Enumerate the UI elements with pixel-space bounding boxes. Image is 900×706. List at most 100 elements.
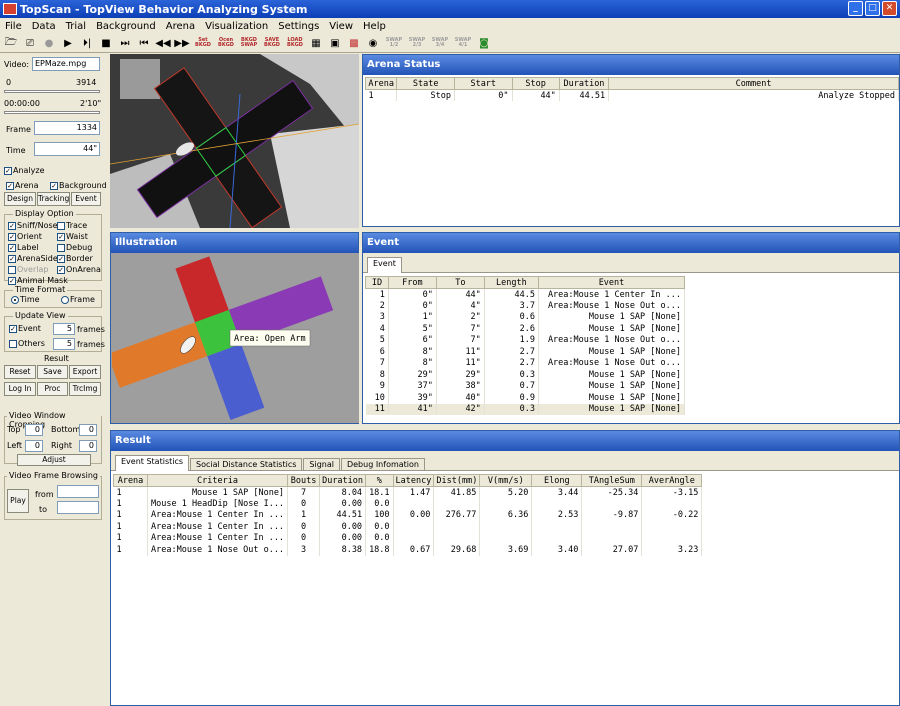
tab-event-statistics[interactable]: Event Statistics <box>115 455 190 471</box>
menu-help[interactable]: Help <box>358 21 391 32</box>
display-orient-checkbox[interactable]: ✓ Orient <box>8 232 42 241</box>
table-row[interactable]: 1 0" 44" 44.5 Area:Mouse 1 Center In ... <box>365 288 686 300</box>
reset-button[interactable]: Reset <box>4 365 36 379</box>
column-header[interactable]: Comment <box>608 77 899 90</box>
menu-arena[interactable]: Arena <box>161 21 200 32</box>
column-header[interactable]: % <box>365 474 394 487</box>
menu-background[interactable]: Background <box>91 21 161 32</box>
table-row[interactable]: 2 0" 4" 3.7 Area:Mouse 1 Nose Out o... <box>365 300 686 312</box>
table-row[interactable]: 1 Area:Mouse 1 Center In ... 0 0.00 0.0 <box>113 532 703 544</box>
minimize-button[interactable]: _ <box>848 1 863 16</box>
column-header[interactable]: Duration <box>558 77 610 90</box>
column-header[interactable]: Dist(mm) <box>433 474 481 487</box>
table-row[interactable]: 1 Stop 0" 44" 44.51 Analyze Stopped <box>365 89 899 101</box>
time-slider[interactable] <box>4 111 100 114</box>
display-border-checkbox[interactable]: ✓ Border <box>57 254 93 263</box>
menu-trial[interactable]: Trial <box>61 21 91 32</box>
image-icon[interactable]: ▩ <box>346 36 362 51</box>
top-field[interactable]: 0 <box>25 424 43 436</box>
display-arenaside-checkbox[interactable]: ✓ ArenaSide <box>8 254 58 263</box>
table-row[interactable]: 3 1" 2" 0.6 Mouse 1 SAP [None] <box>365 311 686 323</box>
frame-field[interactable]: 1334 <box>34 121 100 135</box>
design-button[interactable]: Design <box>4 192 36 206</box>
column-header[interactable]: Elong <box>531 474 583 487</box>
trcimg-button[interactable]: TrcImg <box>69 382 101 396</box>
video-file-field[interactable]: EPMaze.mpg <box>32 57 100 71</box>
background-checkbox[interactable]: ✓ Background <box>50 181 107 190</box>
video-view[interactable] <box>110 54 359 228</box>
menu-file[interactable]: File <box>0 21 27 32</box>
rewind-icon[interactable]: ⏮ <box>136 36 152 51</box>
uv-others-spin[interactable]: 5 <box>53 338 75 350</box>
save-button[interactable]: Save <box>37 365 68 379</box>
right-field[interactable]: 0 <box>79 440 97 452</box>
frame-radio[interactable]: Frame <box>61 295 95 304</box>
toolbar-swap-1-button[interactable]: SWAP 1/2 <box>384 36 404 51</box>
column-header[interactable]: Duration <box>319 474 367 487</box>
to-field[interactable] <box>57 501 99 514</box>
step-forward-icon[interactable]: ⏵| <box>79 36 95 51</box>
column-header[interactable]: Length <box>483 276 539 289</box>
column-header[interactable]: To <box>435 276 485 289</box>
event-button[interactable]: Event <box>71 192 101 206</box>
column-header[interactable]: Criteria <box>146 474 289 487</box>
display-label-checkbox[interactable]: ✓ Label <box>8 243 39 252</box>
time-radio[interactable]: Time <box>11 295 40 304</box>
table-row[interactable]: 1 Area:Mouse 1 Center In ... 1 44.51 100 0.00… <box>113 509 703 521</box>
column-header[interactable]: Event <box>537 276 686 289</box>
uv-event-spin[interactable]: 5 <box>53 323 75 335</box>
table-row[interactable]: 10 39" 40" 0.9 Mouse 1 SAP [None] <box>365 392 686 404</box>
uv-event-checkbox[interactable]: ✓ Event <box>9 324 41 333</box>
display-trace-checkbox[interactable]: Trace <box>57 221 87 230</box>
toolbar-ocen-bkgd-button[interactable]: Ocen BKGD <box>216 36 236 51</box>
left-field[interactable]: 0 <box>25 440 43 452</box>
camera-icon[interactable]: ⎚ <box>22 36 38 51</box>
column-header[interactable]: V(mm/s) <box>479 474 533 487</box>
toolbar-load-bkgd-button[interactable]: LOAD BKGD <box>285 36 305 51</box>
toolbar-bkgd-swap-button[interactable]: BKGD SWAP <box>239 36 259 51</box>
play-button[interactable]: Play <box>7 489 29 513</box>
column-header[interactable]: From <box>387 276 437 289</box>
menu-view[interactable]: View <box>324 21 358 32</box>
target-icon[interactable]: ◉ <box>365 36 381 51</box>
camera-green-icon[interactable]: ◙ <box>476 36 492 51</box>
arena-checkbox[interactable]: ✓ Arena <box>6 181 38 190</box>
display-sniff-nose-checkbox[interactable]: ✓ Sniff/Nose <box>8 221 58 230</box>
toolbar-swap-4-button[interactable]: SWAP 4/1 <box>453 36 473 51</box>
display-animal-mask-checkbox[interactable]: ✓ Animal Mask <box>8 276 68 285</box>
close-button[interactable]: ✕ <box>882 1 897 16</box>
from-field[interactable] <box>57 485 99 498</box>
uv-others-checkbox[interactable]: Others <box>9 339 45 348</box>
table-row[interactable]: 1 Area:Mouse 1 Center In ... 0 0.00 0.0 <box>113 521 703 533</box>
column-header[interactable]: Latency <box>392 474 435 487</box>
time-field[interactable]: 44" <box>34 142 100 156</box>
tab-event[interactable]: Event <box>367 257 402 273</box>
forward-icon[interactable]: ▶▶ <box>174 36 190 51</box>
login-button[interactable]: Log In <box>4 382 36 396</box>
column-header[interactable]: Arena <box>113 474 148 487</box>
column-header[interactable]: Bouts <box>287 474 321 487</box>
display-overlap-checkbox[interactable]: Overlap <box>8 265 48 274</box>
toolbar-save-bkgd-button[interactable]: SAVE BKGD <box>262 36 282 51</box>
record-icon[interactable]: ● <box>41 36 57 51</box>
toolbar-swap-3-button[interactable]: SWAP 3/4 <box>430 36 450 51</box>
tracking-button[interactable]: Tracking <box>37 192 70 206</box>
fast-forward-icon[interactable]: ⏭ <box>117 36 133 51</box>
tab-signal[interactable]: Signal <box>303 458 340 470</box>
range-slider[interactable] <box>4 90 100 93</box>
back-icon[interactable]: ◀◀ <box>155 36 171 51</box>
toolbar-swap-2-button[interactable]: SWAP 2/3 <box>407 36 427 51</box>
table-row[interactable]: 7 8" 11" 2.7 Area:Mouse 1 Nose Out o... <box>365 357 686 369</box>
grid-icon[interactable]: ▦ <box>308 36 324 51</box>
table-row[interactable]: 5 6" 7" 1.9 Area:Mouse 1 Nose Out o... <box>365 334 686 346</box>
stop-icon[interactable]: ■ <box>98 36 114 51</box>
analyze-checkbox[interactable]: ✓ Analyze <box>4 166 45 175</box>
proc-button[interactable]: Proc <box>37 382 68 396</box>
play-icon[interactable]: ▶ <box>60 36 76 51</box>
display-waist-checkbox[interactable]: ✓ Waist <box>57 232 88 241</box>
menu-settings[interactable]: Settings <box>273 21 324 32</box>
toolbar-set-bkgd-button[interactable]: Set BKGD <box>193 36 213 51</box>
menu-data[interactable]: Data <box>27 21 61 32</box>
column-header[interactable]: Stop <box>511 77 560 90</box>
table-row[interactable]: 8 29" 29" 0.3 Mouse 1 SAP [None] <box>365 369 686 381</box>
